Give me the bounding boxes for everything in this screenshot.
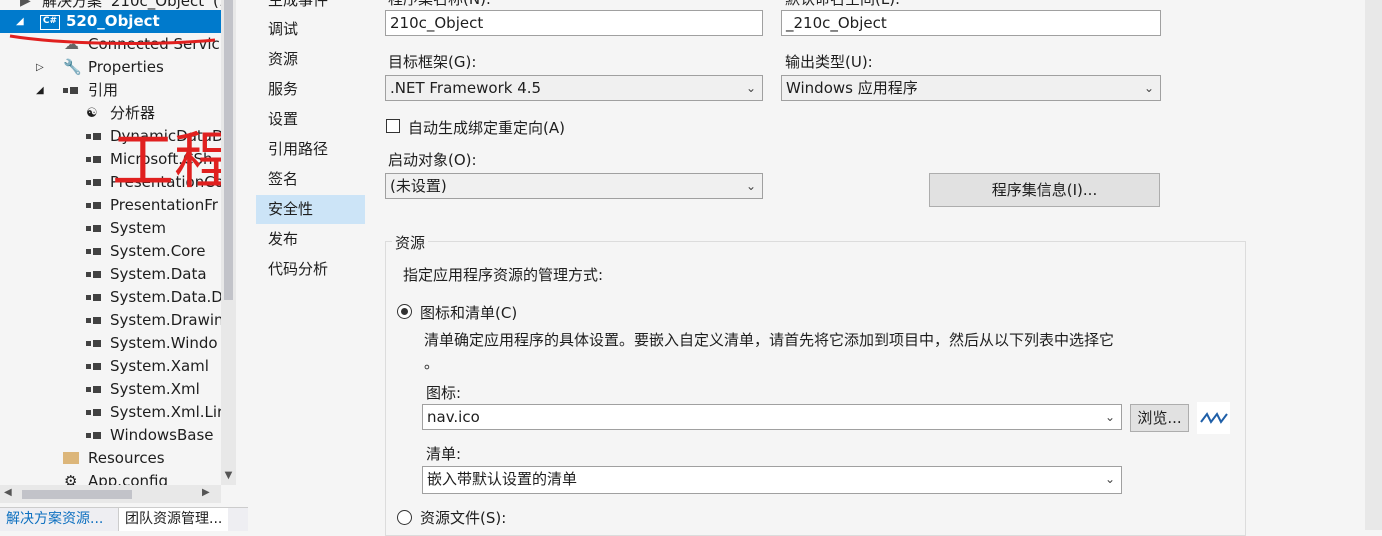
property-nav: 生成事件 调试 资源 服务 设置 引用路径 签名 安全性 发布 代码分析 <box>248 0 370 530</box>
reference-icon <box>86 294 102 302</box>
reference-icon <box>86 317 102 325</box>
tree-item-label: System.Core <box>110 242 206 260</box>
startup-object-select[interactable]: (未设置) ⌄ <box>385 173 763 199</box>
icon-manifest-radio[interactable] <box>397 304 412 319</box>
tab-team-explorer[interactable]: 团队资源管理... <box>118 508 229 531</box>
scroll-down-icon[interactable]: ▼ <box>221 468 236 483</box>
auto-binding-label: 自动生成绑定重定向(A) <box>408 119 565 137</box>
chevron-down-icon: ⌄ <box>1143 81 1154 95</box>
tree-item-reference[interactable]: System.Xml.Lir <box>0 401 224 424</box>
tree-item-reference[interactable]: System.Data.D <box>0 286 223 309</box>
icon-manifest-description: 清单确定应用程序的具体设置。要嵌入自定义清单，请首先将它添加到项目中，然后从以下… <box>424 331 1115 349</box>
resources-group-title: 资源 <box>392 232 429 253</box>
icon-manifest-description-end: 。 <box>424 354 440 372</box>
tree-item-reference[interactable]: System.Xml <box>0 378 221 401</box>
tree-item-reference[interactable]: WindowsBase <box>0 424 221 447</box>
browse-button[interactable]: 浏览... <box>1130 404 1189 432</box>
tree-item-label: System <box>110 219 166 237</box>
nav-item-debug[interactable]: 调试 <box>256 15 365 44</box>
output-type-value: Windows 应用程序 <box>786 79 918 97</box>
handwritten-annotation: 工程 <box>9 34 236 197</box>
assembly-info-button[interactable]: 程序集信息(I)... <box>929 173 1160 207</box>
reference-icon <box>86 409 102 417</box>
manifest-select[interactable]: 嵌入带默认设置的清单 ⌄ <box>422 466 1122 494</box>
scroll-right-icon[interactable]: ▶ <box>202 487 210 498</box>
assembly-name-input[interactable]: 210c_Object <box>385 10 763 36</box>
tree-item-label: System.Xml <box>110 380 200 398</box>
horizontal-scroll-thumb[interactable] <box>22 490 132 499</box>
tree-item-label: System.Xaml <box>110 357 209 375</box>
target-framework-value: .NET Framework 4.5 <box>390 79 542 97</box>
nav-item-signing[interactable]: 签名 <box>256 165 365 194</box>
folder-icon <box>63 452 79 464</box>
solution-explorer-tabs: 解决方案资源... 团队资源管理... <box>0 507 248 531</box>
tree-item-reference[interactable]: System.Data <box>0 263 221 286</box>
nav-item-resources[interactable]: 资源 <box>256 45 365 74</box>
output-type-select[interactable]: Windows 应用程序 ⌄ <box>781 75 1161 101</box>
resources-description: 指定应用程序资源的管理方式: <box>403 266 604 284</box>
nav-item-security[interactable]: 安全性 <box>256 195 365 224</box>
namespace-label: 默认命名空间(L): <box>785 0 900 9</box>
tree-item-label: System.Drawin <box>110 311 224 329</box>
nav-item-code-analysis[interactable]: 代码分析 <box>256 255 365 284</box>
scroll-left-icon[interactable]: ◀ <box>4 487 12 498</box>
tree-item-resources[interactable]: Resources <box>0 447 221 470</box>
icon-value: nav.ico <box>427 408 480 426</box>
tree-item-label: System.Windo <box>110 334 218 352</box>
application-settings: 程序集名称(N): 210c_Object 默认命名空间(L): _210c_O… <box>370 0 1365 536</box>
resource-file-radio[interactable] <box>397 510 412 525</box>
output-type-label: 输出类型(U): <box>785 53 873 71</box>
startup-object-value: (未设置) <box>390 177 447 195</box>
chevron-down-icon: ⌄ <box>745 81 756 95</box>
chevron-down-icon: ⌄ <box>1104 472 1115 486</box>
icon-manifest-label: 图标和清单(C) <box>420 304 518 322</box>
reference-icon <box>86 432 102 440</box>
tree-item-reference[interactable]: System <box>0 217 221 240</box>
vertical-scroll-thumb[interactable] <box>224 0 233 300</box>
nav-item-reference-paths[interactable]: 引用路径 <box>256 135 365 164</box>
target-framework-label: 目标框架(G): <box>388 53 477 71</box>
target-framework-select[interactable]: .NET Framework 4.5 ⌄ <box>385 75 763 101</box>
startup-object-label: 启动对象(O): <box>388 151 477 169</box>
annotation-text: 工程 <box>112 124 236 197</box>
icon-preview <box>1197 402 1230 434</box>
chevron-down-icon: ⌄ <box>745 179 756 193</box>
manifest-value: 嵌入带默认设置的清单 <box>427 470 578 488</box>
namespace-input[interactable]: _210c_Object <box>781 10 1161 36</box>
manifest-label: 清单: <box>426 445 462 463</box>
tree-item-label: Resources <box>88 449 165 467</box>
solution-explorer: ▶ 解决方案 '210c_Object' (1 ◢ C# 520_Object … <box>0 0 236 507</box>
reference-icon <box>86 386 102 394</box>
auto-binding-checkbox[interactable] <box>386 119 400 133</box>
tree-item-reference[interactable]: System.Core <box>0 240 221 263</box>
resource-file-label: 资源文件(S): <box>420 509 507 527</box>
tree-item-reference[interactable]: System.Xaml <box>0 355 221 378</box>
tree-item-label: System.Data <box>110 265 207 283</box>
tree-item-reference[interactable]: System.Windo <box>0 332 221 355</box>
reference-icon <box>86 248 102 256</box>
tree-item-label: System.Xml.Lir <box>110 403 224 421</box>
content-scrollbar[interactable] <box>1365 0 1382 530</box>
nav-item-settings[interactable]: 设置 <box>256 105 365 134</box>
nav-item-publish[interactable]: 发布 <box>256 225 365 254</box>
tab-solution-explorer[interactable]: 解决方案资源... <box>0 508 109 531</box>
tree-item-label: WindowsBase <box>110 426 214 444</box>
icon-select[interactable]: nav.ico ⌄ <box>422 404 1122 430</box>
tree-item-reference[interactable]: System.Drawin <box>0 309 224 332</box>
tree-item-label: System.Data.D <box>110 288 223 306</box>
chevron-down-icon: ⌄ <box>1104 410 1115 424</box>
icon-label: 图标: <box>426 384 462 402</box>
reference-icon <box>86 271 102 279</box>
assembly-name-label: 程序集名称(N): <box>388 0 491 9</box>
reference-icon <box>86 225 102 233</box>
reference-icon <box>86 363 102 371</box>
reference-icon <box>86 340 102 348</box>
nav-item-services[interactable]: 服务 <box>256 75 365 104</box>
nav-item-build-events[interactable]: 生成事件 <box>256 0 365 15</box>
